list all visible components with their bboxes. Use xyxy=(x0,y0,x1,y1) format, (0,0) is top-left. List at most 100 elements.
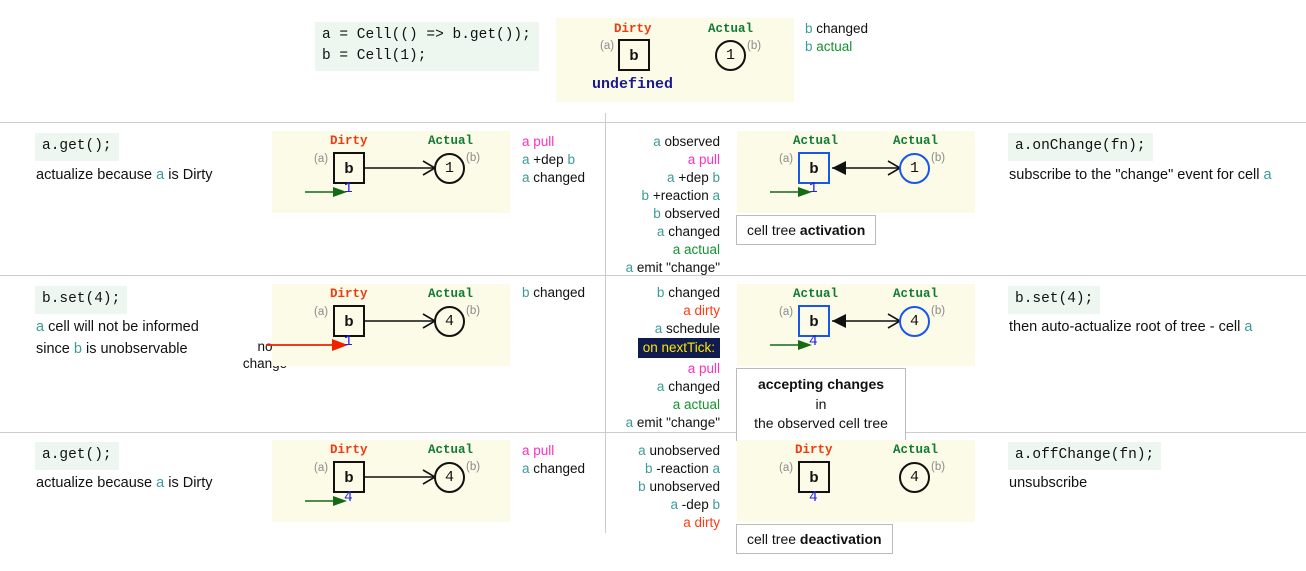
header-circle-state-label: Actual xyxy=(708,22,754,36)
row1-right-desc-ident: a xyxy=(1263,167,1272,183)
row2-left-circle-tag: (b) xyxy=(466,305,481,317)
row3-right-code-text: a.offChange(fn); xyxy=(1015,447,1155,463)
row2-left-red-arrow-icon xyxy=(266,339,348,351)
log-line: a schedule xyxy=(654,321,720,336)
row1-left-circle-tag: (b) xyxy=(466,152,481,164)
header-diagram-panel: Dirty Actual (a) b 1 (b) undefined xyxy=(556,18,794,102)
row1-right-description: subscribe to the "change" event for cell… xyxy=(1009,165,1272,187)
row2-right-desc-pre: then auto-actualize root of tree - cell xyxy=(1009,319,1245,335)
row3-left-dependency-arrow xyxy=(365,469,437,485)
row2-left-diagram-panel: Dirty Actual (a) b 4 (b) 1 xyxy=(266,284,510,366)
row2-left-desc2-ident: b xyxy=(73,340,82,357)
row2-left-code: b.set(4); xyxy=(35,286,128,315)
row3-left-desc-ident: a xyxy=(156,475,165,491)
row2-left-desc-ident: a xyxy=(36,319,45,335)
row1-right-circle-state-label: Actual xyxy=(893,134,939,148)
log-line: b actual xyxy=(805,39,853,54)
header-undefined-value: undefined xyxy=(592,76,674,93)
row3-left-cell-box: b xyxy=(333,461,365,493)
row1-left-desc-post: is Dirty xyxy=(164,167,213,183)
log-line: a changed xyxy=(656,379,720,394)
row3-left-value: 4 xyxy=(344,490,353,506)
row3-right-value: 4 xyxy=(809,490,818,506)
log-line: a -dep b xyxy=(670,497,720,512)
row2-right-bidirectional-arrow xyxy=(832,313,902,329)
header-code-snippet: a = Cell(() => b.get()); b = Cell(1); xyxy=(315,22,539,72)
row2-left-desc-post: cell will not be informed xyxy=(44,319,199,335)
header-cell-box: b xyxy=(618,39,650,71)
row2-right-description: then auto-actualize root of tree - cell … xyxy=(1009,317,1252,339)
row3-right-log: a unobserved b -reaction a b unobserved … xyxy=(520,442,720,532)
row2-caption: accepting changes in the observed cell t… xyxy=(736,368,906,441)
row2-right-code-text: b.set(4); xyxy=(1015,291,1094,307)
row3-right-cell-circle: 4 xyxy=(899,462,930,493)
row2-right-circle-tag: (b) xyxy=(931,305,946,317)
log-line: a unobserved xyxy=(638,443,720,458)
row3-caption: cell tree deactivation xyxy=(736,524,893,554)
row2-right-cell-box: b xyxy=(798,305,830,337)
row3-left-code-text: a.get(); xyxy=(42,447,112,463)
row3-left-cell-circle: 4 xyxy=(434,462,465,493)
log-line: a dirty xyxy=(683,515,720,530)
row3-caption-bold: deactivation xyxy=(799,531,882,547)
row1-left-green-arrow-icon xyxy=(305,187,347,197)
row3-right-description: unsubscribe xyxy=(1009,473,1087,495)
row2-right-value: 4 xyxy=(809,334,818,350)
next-tick-badge: on nextTick: xyxy=(637,338,720,358)
row1-left-cell-circle: 1 xyxy=(434,153,465,184)
row1-left-dependency-arrow xyxy=(365,160,437,176)
row1-caption: cell tree activation xyxy=(736,215,877,245)
row2-right-diagram-panel: Actual Actual (a) b 4 (b) 4 xyxy=(737,284,975,366)
row3-right-desc-pre: unsubscribe xyxy=(1009,475,1088,491)
header-cell-circle: 1 xyxy=(715,40,746,71)
row1-left-box-tag: (a) xyxy=(314,153,329,165)
log-line: a dirty xyxy=(683,303,720,318)
row1-right-green-arrow-icon xyxy=(770,187,812,197)
log-line: b changed xyxy=(656,285,720,300)
row3-right-box-state-label: Dirty xyxy=(795,443,833,457)
log-line: b -reaction a xyxy=(644,461,720,476)
row1-left-code: a.get(); xyxy=(35,133,119,162)
diagram-page: a = Cell(() => b.get()); b = Cell(1); Di… xyxy=(0,0,1306,571)
log-line: a changed xyxy=(656,224,720,239)
row-divider xyxy=(0,432,1306,433)
log-line: a observed xyxy=(653,134,720,149)
row2-left-box-tag: (a) xyxy=(314,306,329,318)
log-line-nexttick: on nextTick: xyxy=(520,338,720,358)
row2-left-cell-circle: 4 xyxy=(434,306,465,337)
log-line: b unobserved xyxy=(638,479,720,494)
row2-right-log: b changed a dirty a schedule on nextTick… xyxy=(520,284,720,432)
row2-left-circle-state-label: Actual xyxy=(428,287,474,301)
row2-left-description: a cell will not be informed since b is u… xyxy=(36,317,199,361)
header-box-state-label: Dirty xyxy=(614,22,652,36)
row2-right-cell-circle: 4 xyxy=(899,306,930,337)
row1-left-circle-state-label: Actual xyxy=(428,134,474,148)
row2-left-dependency-arrow xyxy=(365,313,437,329)
row1-left-description: actualize because a is Dirty xyxy=(36,165,213,187)
row3-left-box-state-label: Dirty xyxy=(330,443,368,457)
log-line: a emit "change" xyxy=(625,415,720,430)
row1-right-desc-pre: subscribe to the "change" event for cell xyxy=(1009,167,1264,183)
header-code-text: a = Cell(() => b.get()); b = Cell(1); xyxy=(322,27,531,65)
row1-left-box-state-label: Dirty xyxy=(330,134,368,148)
header-box-tag: (a) xyxy=(600,40,615,52)
row2-left-code-text: b.set(4); xyxy=(42,291,121,307)
row3-left-desc-pre: actualize because xyxy=(36,475,157,491)
row1-right-code-text: a.onChange(fn); xyxy=(1015,138,1146,154)
log-line: a +dep b xyxy=(667,170,720,185)
row1-left-diagram-panel: Dirty Actual (a) b 1 (b) 1 xyxy=(272,131,510,213)
row2-left-desc-line2: since b is unobservable xyxy=(36,339,199,361)
row2-left-desc2-pre: since xyxy=(36,340,74,357)
row3-left-box-tag: (a) xyxy=(314,462,329,474)
row3-right-circle-state-label: Actual xyxy=(893,443,939,457)
row3-left-circle-state-label: Actual xyxy=(428,443,474,457)
row1-right-cell-box: b xyxy=(798,152,830,184)
header-circle-tag: (b) xyxy=(747,40,762,52)
row3-right-diagram-panel: Dirty Actual (a) b 4 (b) 4 xyxy=(737,440,975,522)
row3-left-code: a.get(); xyxy=(35,442,119,471)
row2-right-green-arrow-icon xyxy=(770,340,812,350)
row1-caption-bold: activation xyxy=(799,222,866,238)
row3-right-cell-box: b xyxy=(798,461,830,493)
row1-left-desc-pre: actualize because xyxy=(36,167,157,183)
log-line: b +reaction a xyxy=(641,188,720,203)
